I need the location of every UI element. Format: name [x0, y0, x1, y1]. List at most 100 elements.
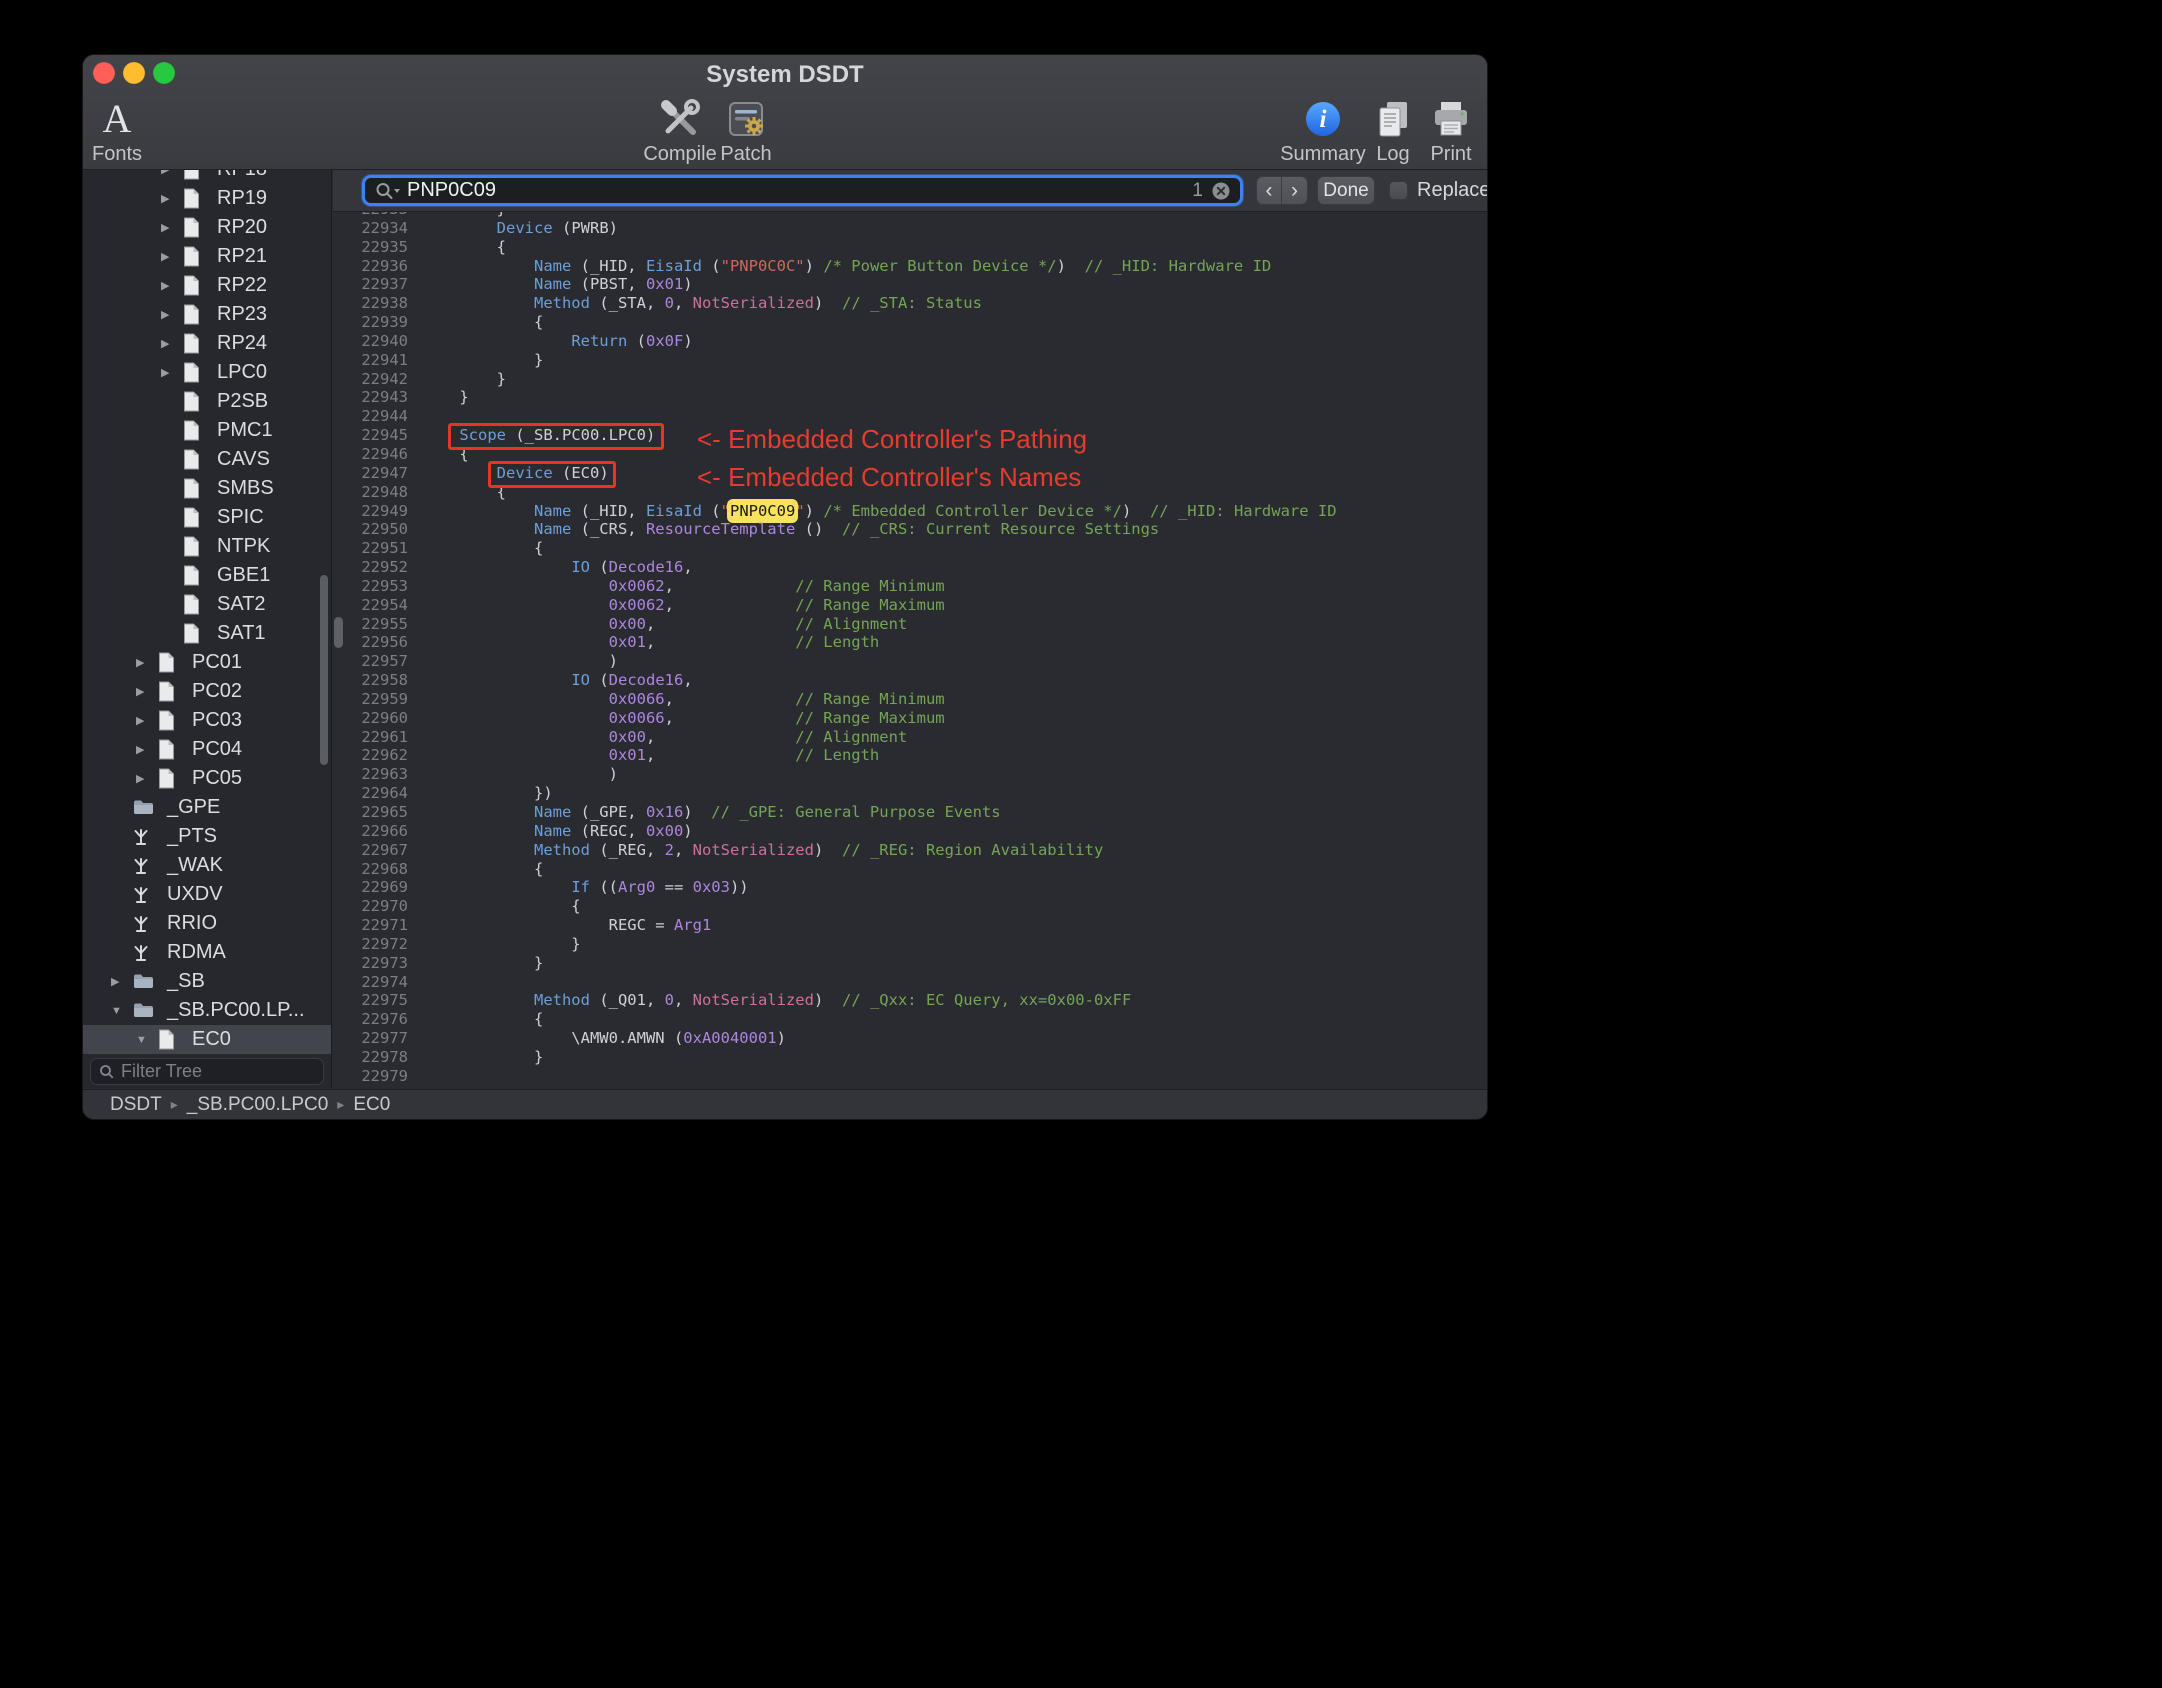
sidebar-item--sb-pc00-lp-[interactable]: ▼ _SB.PC00.LP... [83, 996, 331, 1025]
breadcrumb-segment[interactable]: EC0 [353, 1094, 390, 1116]
sidebar-item--sb[interactable]: ▶ _SB [83, 967, 331, 996]
log-label: Log [1376, 143, 1410, 165]
sidebar-item-rrio[interactable]: RRIO [83, 909, 331, 938]
names-annotation: <- Embedded Controller's Names [697, 462, 1082, 492]
sidebar-item-rp20[interactable]: ▶ RP20 [83, 213, 331, 242]
sidebar-item-sat2[interactable]: SAT2 [83, 590, 331, 619]
sidebar-item-rp18[interactable]: ▶ RP18 [83, 170, 331, 184]
line-number: 22963 [361, 765, 408, 784]
line-number: 22962 [361, 746, 408, 765]
disclosure-right-icon[interactable]: ▶ [161, 250, 183, 263]
replace-checkbox[interactable] [1389, 181, 1408, 200]
disclosure-down-icon[interactable]: ▼ [111, 1005, 133, 1017]
divider-handle[interactable] [334, 617, 343, 648]
code-text: \AMW0.AMWN (0xA0040001) [422, 1029, 786, 1048]
compile-button[interactable]: Compile [643, 95, 717, 166]
code-line: 22971 REGC = Arg1 [333, 916, 1487, 935]
disclosure-right-icon[interactable]: ▶ [136, 656, 158, 669]
sidebar-item-pc01[interactable]: ▶ PC01 [83, 648, 331, 677]
code-text: 0x00, // Alignment [608, 727, 908, 746]
sidebar-item-ec0[interactable]: ▼ EC0 [83, 1025, 331, 1054]
code-line: 22952 IO (Decode16, [333, 558, 1487, 577]
sidebar-item-ntpk[interactable]: NTPK [83, 532, 331, 561]
method-icon [133, 885, 167, 905]
sidebar-item-spic[interactable]: SPIC [83, 503, 331, 532]
sidebar-item-rp24[interactable]: ▶ RP24 [83, 329, 331, 358]
code-text: { [422, 237, 506, 256]
find-previous-button[interactable]: ‹ [1257, 177, 1283, 204]
sidebar-item-label: CAVS [217, 448, 270, 470]
sidebar-item-pmc1[interactable]: PMC1 [83, 416, 331, 445]
find-next-button[interactable]: › [1282, 177, 1307, 204]
search-input[interactable]: PNP0C09 1 [362, 175, 1243, 206]
patch-button[interactable]: Patch [713, 95, 779, 166]
find-bar: PNP0C09 1 ‹ › Done Replace [333, 170, 1487, 212]
disclosure-right-icon[interactable]: ▶ [136, 743, 158, 756]
print-button[interactable]: Print [1418, 95, 1484, 166]
line-number: 22933 [333, 212, 408, 219]
log-button[interactable]: Log [1360, 95, 1426, 166]
code-line: 22937 Name (PBST, 0x01) [333, 275, 1487, 294]
sidebar-item-pc05[interactable]: ▶ PC05 [83, 764, 331, 793]
disclosure-down-icon[interactable]: ▼ [136, 1034, 158, 1046]
sidebar-item-gbe1[interactable]: GBE1 [83, 561, 331, 590]
line-number: 22940 [361, 331, 408, 350]
code-line: 22967 Method (_REG, 2, NotSerialized) //… [333, 841, 1487, 860]
disclosure-right-icon[interactable]: ▶ [136, 685, 158, 698]
search-menu-icon[interactable] [374, 181, 402, 201]
disclosure-right-icon[interactable]: ▶ [136, 772, 158, 785]
pathing-annotation: <- Embedded Controller's Pathing [697, 424, 1088, 454]
line-number: 22961 [361, 727, 408, 746]
disclosure-right-icon[interactable]: ▶ [136, 714, 158, 727]
breadcrumb-segment[interactable]: DSDT [110, 1094, 162, 1116]
disclosure-right-icon[interactable]: ▶ [161, 221, 183, 234]
sidebar-item-uxdv[interactable]: UXDV [83, 880, 331, 909]
sidebar-item-label: PMC1 [217, 419, 273, 441]
sidebar-item-sat1[interactable]: SAT1 [83, 619, 331, 648]
sidebar-item-smbs[interactable]: SMBS [83, 474, 331, 503]
sidebar-item-rp21[interactable]: ▶ RP21 [83, 242, 331, 271]
fonts-button[interactable]: A Fonts [84, 95, 150, 166]
disclosure-right-icon[interactable]: ▶ [161, 337, 183, 350]
method-icon [133, 943, 167, 963]
sidebar-item-rdma[interactable]: RDMA [83, 938, 331, 967]
scope-annotation-box [448, 423, 664, 450]
doc-icon [183, 478, 217, 499]
line-number: 22936 [361, 256, 408, 275]
sidebar-item-cavs[interactable]: CAVS [83, 445, 331, 474]
code-text: Method (_STA, 0, NotSerialized) // _STA:… [533, 294, 982, 313]
sidebar-scrollbar[interactable] [320, 575, 328, 765]
sidebar-item-lpc0[interactable]: ▶ LPC0 [83, 358, 331, 387]
disclosure-right-icon[interactable]: ▶ [111, 975, 133, 988]
disclosure-right-icon[interactable]: ▶ [161, 366, 183, 379]
sidebar-item-rp22[interactable]: ▶ RP22 [83, 271, 331, 300]
disclosure-right-icon[interactable]: ▶ [161, 192, 183, 205]
line-number: 22972 [361, 934, 408, 953]
line-number: 22941 [361, 350, 408, 369]
filter-tree-input[interactable]: Filter Tree [90, 1058, 324, 1085]
sidebar-item--pts[interactable]: _PTS [83, 822, 331, 851]
sidebar-item-rp19[interactable]: ▶ RP19 [83, 184, 331, 213]
clear-search-icon[interactable] [1211, 181, 1231, 201]
code-text: } [422, 934, 581, 953]
done-button[interactable]: Done [1317, 176, 1375, 205]
code-text: Device (PWRB) [496, 218, 618, 237]
disclosure-right-icon[interactable]: ▶ [161, 170, 183, 176]
search-match-highlight: PNP0C09 [729, 501, 796, 520]
disclosure-right-icon[interactable]: ▶ [161, 279, 183, 292]
sidebar-item-rp23[interactable]: ▶ RP23 [83, 300, 331, 329]
doc-icon [158, 652, 192, 673]
sidebar-item--gpe[interactable]: _GPE [83, 793, 331, 822]
disclosure-right-icon[interactable]: ▶ [161, 308, 183, 321]
sidebar-item-pc04[interactable]: ▶ PC04 [83, 735, 331, 764]
sidebar-item--wak[interactable]: _WAK [83, 851, 331, 880]
code-text: Name (PBST, 0x01) [533, 275, 693, 294]
sidebar-item-pc03[interactable]: ▶ PC03 [83, 706, 331, 735]
breadcrumb-segment[interactable]: _SB.PC00.LPC0 [187, 1094, 329, 1116]
code-editor[interactable]: 22933 }22934 Device (PWRB)22935 {22936 N… [333, 212, 1487, 1088]
sidebar-item-p2sb[interactable]: P2SB [83, 387, 331, 416]
line-number: 22934 [361, 218, 408, 237]
summary-button[interactable]: i Summary [1280, 95, 1366, 166]
sidebar-item-pc02[interactable]: ▶ PC02 [83, 677, 331, 706]
window-title: System DSDT [706, 61, 864, 88]
